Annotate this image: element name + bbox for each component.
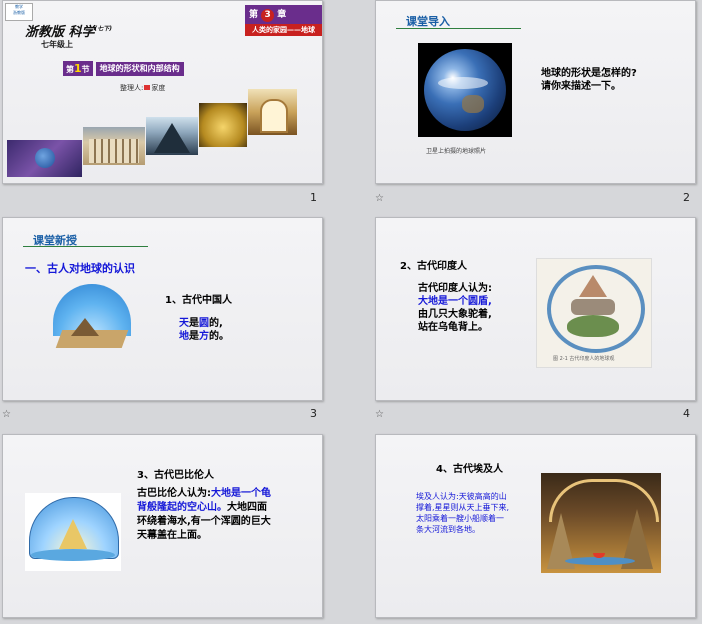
chapter-title: 人类的家园——地球	[245, 24, 322, 36]
slide-6[interactable]: 4、古代埃及人 埃及人认为:天彼高高的山撑着,星星则从天上垂下来,太阳乘着一艘小…	[375, 434, 696, 618]
sky-round-line: 天是圆的,	[179, 317, 229, 330]
is-word: 是	[189, 318, 199, 329]
figure-caption: 图 2-1 古代印度人的地球观	[553, 356, 615, 362]
section-suffix: 节	[81, 65, 90, 74]
egypt-cosmology-image	[541, 473, 661, 573]
hands-globe-figure	[35, 148, 55, 168]
section-title-box: 第1节 地球的形状和内部结构	[63, 61, 184, 76]
babylon-dome-image	[25, 493, 121, 571]
item-title: 1、古代中国人	[165, 295, 232, 306]
slide-transition-icon-3[interactable]: ☆	[2, 410, 14, 420]
course-title-sup: (七下)	[94, 25, 113, 33]
earth-photo	[418, 43, 512, 137]
chapter-label: 第 3 章	[249, 7, 286, 22]
item-title: 2、古代印度人	[400, 261, 467, 272]
author-flag-icon	[144, 85, 151, 90]
golden-sculpture-image	[199, 103, 247, 147]
indian-cosmology-image: 图 2-1 古代印度人的地球观	[536, 258, 652, 368]
earth-cloud-band	[438, 77, 488, 89]
earth-word: 地	[179, 331, 189, 342]
section-number: 1	[74, 62, 82, 75]
slide-2[interactable]: 课堂导入 卫星上拍摄的地球照片 地球的形状是怎样的? 请你来描述一下。	[375, 0, 696, 184]
palace-interior-image	[248, 89, 297, 135]
item-title: 3、古代巴比伦人	[137, 470, 214, 481]
question-text: 地球的形状是怎样的? 请你来描述一下。	[541, 67, 637, 93]
slide-4[interactable]: 2、古代印度人 古代印度人认为: 大地是一个圆盾, 由几只大象驼着, 站在乌龟背…	[375, 217, 696, 401]
mountain-stack	[579, 275, 607, 297]
text-line3: 由几只大象驼着,	[418, 309, 492, 320]
badge-line2: 浙教版	[13, 10, 25, 15]
dome-sky-image	[51, 284, 133, 352]
slide-transition-icon-4[interactable]: ☆	[375, 410, 387, 420]
item-title: 4、古代埃及人	[436, 464, 503, 475]
author-label: 整理人:	[120, 84, 144, 92]
course-title: 浙教版 科学(七下)	[25, 21, 112, 40]
hands-globe-image	[7, 140, 82, 177]
earth-caption: 卫星上拍摄的地球照片	[426, 148, 487, 155]
chinese-view-text: 天是圆的, 地是方的。	[179, 317, 229, 343]
author-line: 整理人: 家度	[120, 83, 165, 93]
grade-label: 七年级上	[41, 40, 73, 49]
slide-number-4: 4	[683, 407, 690, 420]
slide-transition-icon-2[interactable]: ☆	[375, 194, 387, 204]
heading-underline	[23, 246, 148, 247]
slide-number-1: 1	[310, 191, 317, 204]
earth-square-line: 地是方的。	[179, 330, 229, 343]
question-line2: 请你来描述一下。	[541, 81, 621, 92]
building-columns	[89, 139, 139, 163]
text-black1: 古巴比伦人认为:	[137, 488, 211, 499]
text-line4: 站在乌龟背上。	[418, 322, 488, 333]
section-heading: 课堂导入	[406, 15, 450, 28]
chapter-prefix: 第	[249, 10, 259, 20]
text-line1: 古代印度人认为:	[418, 283, 492, 294]
indian-view-text: 古代印度人认为: 大地是一个圆盾, 由几只大象驼着, 站在乌龟背上。	[418, 282, 492, 334]
elephants-row	[571, 299, 615, 315]
course-title-text: 浙教版 科学	[25, 25, 95, 40]
line2-end: 的。	[209, 331, 229, 342]
river	[565, 557, 635, 565]
is-word-2: 是	[189, 331, 199, 342]
round-word: 圆	[199, 318, 209, 329]
square-word: 方	[199, 331, 209, 342]
slide-1[interactable]: 教学 浙教版 浙教版 科学(七下) 七年级上 第 3 章 人类的家园——地球 第…	[2, 0, 323, 184]
line1-end: 的,	[209, 318, 223, 329]
section-number-box: 第1节	[63, 61, 93, 76]
subheading: 一、古人对地球的认识	[25, 262, 135, 275]
slide-number-2: 2	[683, 191, 690, 204]
publisher-badge: 教学 浙教版	[5, 3, 33, 21]
mountain-peak	[154, 123, 190, 153]
chapter-number: 3	[261, 9, 275, 22]
slide-3[interactable]: 课堂新授 一、古人对地球的认识 1、古代中国人 天是圆的, 地是方的。	[2, 217, 323, 401]
mountain-image	[146, 117, 198, 155]
earth-land	[462, 95, 484, 113]
egypt-view-text: 埃及人认为:天彼高高的山撑着,星星则从天上垂下来,太阳乘着一艘小船顺着一条大河流…	[416, 492, 510, 534]
palace-arch	[260, 99, 288, 133]
mountains	[71, 318, 99, 336]
question-line1: 地球的形状是怎样的?	[541, 68, 637, 79]
earth-globe	[424, 49, 506, 131]
chapter-suffix: 章	[277, 10, 287, 20]
chapter-box: 第 3 章 人类的家园——地球	[245, 5, 322, 36]
heading-underline	[396, 28, 521, 29]
slide-number-3: 3	[310, 407, 317, 420]
hollow-mountain	[59, 519, 87, 549]
sky-word: 天	[179, 318, 189, 329]
building-image	[83, 127, 145, 165]
slide-5[interactable]: 3、古代巴比伦人 古巴比伦人认为:大地是一个龟背般隆起的空心山。大地四面环绕着海…	[2, 434, 323, 618]
sea-ring	[31, 549, 115, 561]
turtle-shell	[567, 315, 619, 337]
section-title: 地球的形状和内部结构	[95, 61, 184, 76]
babylon-view-text: 古巴比伦人认为:大地是一个龟背般隆起的空心山。大地四面环绕着海水,有一个浑圆的巨…	[137, 487, 275, 543]
text-line2: 大地是一个圆盾,	[418, 296, 492, 307]
author-name: 家度	[151, 84, 166, 92]
section-prefix: 第	[66, 65, 74, 74]
